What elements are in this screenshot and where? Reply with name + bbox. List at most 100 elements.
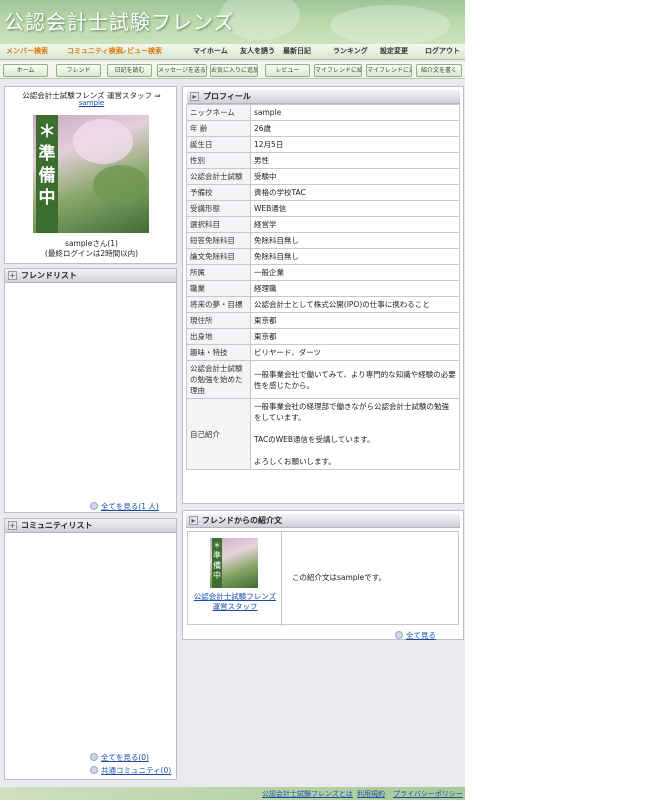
arrow-icon — [90, 753, 98, 761]
profile-field-value: 資格の学校TAC — [250, 184, 460, 201]
intro-author-photo[interactable]: ＊準備中 — [210, 538, 258, 588]
profile-field-value: WEB通信 — [250, 200, 460, 217]
intro-see-all-label[interactable]: 全て見る — [406, 631, 436, 640]
nav-latest-diary[interactable]: 最新日記 — [283, 46, 311, 56]
profile-row: 受講形態 WEB通信 — [186, 200, 460, 217]
action-friend-button[interactable]: フレンド — [56, 64, 101, 77]
action-send-message-button[interactable]: メッセージを送る — [157, 64, 207, 77]
friend-list-panel: + フレンドリスト 全てを見る(1 人) — [4, 268, 177, 513]
profile-field-label: 職業 — [186, 280, 251, 297]
expand-icon[interactable]: + — [8, 521, 17, 530]
profile-field-label: 受講形態 — [186, 200, 251, 217]
profile-field-label: ニックネーム — [186, 104, 251, 121]
nav-my-home[interactable]: マイホーム — [193, 46, 228, 56]
intro-author-link[interactable]: 公認会計士試験フレンズ運営スタッフ — [192, 592, 278, 612]
profile-field-value: 一般事業会社で働いてみて、より専門的な知識や経験の必要性を感じたから。 — [250, 360, 460, 399]
common-community-label[interactable]: 共通コミュニティ(0) — [101, 766, 171, 775]
expand-icon[interactable]: ▸ — [190, 92, 199, 101]
last-login: (最終ログインは2時間以内) — [44, 249, 139, 258]
action-write-intro-button[interactable]: 紹介文を書く — [416, 64, 462, 77]
footer-about-link[interactable]: 公認会計士試験フレンズとは — [262, 789, 353, 799]
intro-title: フレンドからの紹介文 — [202, 516, 282, 525]
community-list-header: + コミュニティリスト — [5, 519, 176, 533]
member-card: 公認会計士試験フレンズ 運営スタッフ ⇒ sample ＊準備中 sampleさ… — [4, 86, 177, 264]
profile-row: 短答免除科目 免除科目無し — [186, 232, 460, 249]
profile-row: 誕生日 12月5日 — [186, 136, 460, 153]
arrow-icon — [90, 766, 98, 774]
action-review-button[interactable]: レビュー — [265, 64, 310, 77]
nav-member-search[interactable]: メンバー検索 — [6, 46, 48, 56]
community-see-all[interactable]: 全てを見る(0) — [90, 752, 149, 763]
profile-field-value: 公認会計士として株式公開(IPO)の仕事に携わること — [250, 296, 460, 313]
nav-logout[interactable]: ログアウト — [425, 46, 460, 56]
friend-see-all[interactable]: 全てを見る(1 人) — [90, 501, 159, 512]
profile-field-value: 経営学 — [250, 216, 460, 233]
arrow-icon — [90, 502, 98, 510]
profile-field-label: 公認会計士試験 — [186, 168, 251, 185]
profile-field-label: 短答免除科目 — [186, 232, 251, 249]
action-read-diary-button[interactable]: 日記を読む — [107, 64, 152, 77]
footer-privacy-link[interactable]: プライバシーポリシー — [393, 789, 463, 799]
profile-field-value: 12月5日 — [250, 136, 460, 153]
profile-row: ニックネーム sample — [186, 104, 460, 121]
site-header: 公認会計士試験フレンズ — [0, 0, 465, 47]
profile-row: 予備校 資格の学校TAC — [186, 184, 460, 201]
thumb-placeholder-label: ＊準備中 — [212, 538, 222, 588]
nav-invite-friends[interactable]: 友人を誘う — [240, 46, 275, 56]
profile-field-label: 現住所 — [186, 312, 251, 329]
profile-row: 性別 男性 — [186, 152, 460, 169]
action-introduce-button[interactable]: マイフレンドに紹介 — [314, 64, 362, 77]
action-add-favorite-button[interactable]: お気に入りに追加 — [210, 64, 258, 77]
intro-header: ▸ フレンドからの紹介文 — [186, 514, 460, 528]
profile-row: 所属 一般企業 — [186, 264, 460, 281]
photo-blossom — [73, 119, 133, 164]
site-title[interactable]: 公認会計士試験フレンズ — [4, 6, 235, 35]
common-community[interactable]: 共通コミュニティ(0) — [90, 765, 171, 776]
community-see-all-label[interactable]: 全てを見る(0) — [101, 753, 149, 762]
profile-row: 選択科目 経営学 — [186, 216, 460, 233]
nav-review-search[interactable]: レビュー検索 — [120, 46, 162, 56]
profile-field-label: 公認会計士試験の勉強を始めた理由 — [186, 360, 251, 399]
expand-icon[interactable]: ▸ — [189, 516, 198, 525]
profile-row: 趣味・特技 ビリヤード、ダーツ — [186, 344, 460, 361]
member-action-bar: ホーム フレンド 日記を読む メッセージを送る お気に入りに追加 レビュー マイ… — [0, 62, 465, 79]
nav-ranking[interactable]: ランキング — [333, 46, 368, 56]
profile-row: 職業 経理職 — [186, 280, 460, 297]
friend-list-title: フレンドリスト — [21, 271, 77, 280]
profile-field-value: 男性 — [250, 152, 460, 169]
profile-field-label: 将来の夢・目標 — [186, 296, 251, 313]
profile-field-value: 一般企業 — [250, 264, 460, 281]
profile-field-label: 誕生日 — [186, 136, 251, 153]
global-nav: メンバー検索 コミュニティ検索 レビュー検索 マイホーム 友人を誘う 最新日記 … — [0, 44, 465, 60]
footer-terms-link[interactable]: 利用規約 — [357, 789, 385, 799]
profile-row: 公認会計士試験 受験中 — [186, 168, 460, 185]
expand-icon[interactable]: + — [8, 271, 17, 280]
profile-field-value: 26歳 — [250, 120, 460, 137]
intro-item: ＊準備中 公認会計士試験フレンズ運営スタッフ この紹介文はsampleです。 — [187, 531, 459, 626]
profile-field-label: 選択科目 — [186, 216, 251, 233]
nav-community-search[interactable]: コミュニティ検索 — [67, 46, 123, 56]
profile-field-value: ビリヤード、ダーツ — [250, 344, 460, 361]
intro-text: この紹介文はsampleです。 — [292, 573, 387, 582]
profile-table: ニックネーム sample 年 齢 26歳 誕生日 12月5日 性別 男性 公認会計士試験 受験中… — [186, 104, 460, 470]
page: 公認会計士試験フレンズ メンバー検索 コミュニティ検索 レビュー検索 マイホーム… — [0, 0, 465, 800]
profile-row: 年 齢 26歳 — [186, 120, 460, 137]
profile-field-value: 経理職 — [250, 280, 460, 297]
staff-link[interactable]: sample — [5, 99, 178, 107]
photo-placeholder-label: ＊準備中 — [36, 115, 58, 233]
nav-settings[interactable]: 設定変更 — [380, 46, 408, 56]
action-home-button[interactable]: ホーム — [3, 64, 48, 77]
profile-field-label: 趣味・特技 — [186, 344, 251, 361]
profile-table-body: ニックネーム sample 年 齢 26歳 誕生日 12月5日 性別 男性 公認会計士試験 受験中… — [186, 104, 460, 470]
profile-row: 公認会計士試験の勉強を始めた理由 一般事業会社で働いてみて、より専門的な知識や経験… — [186, 360, 460, 399]
profile-photo[interactable]: ＊準備中 — [33, 115, 149, 233]
footer: 公認会計士試験フレンズとは 利用規約 プライバシーポリシー — [0, 787, 465, 800]
arrow-icon — [395, 631, 403, 639]
friend-see-all-label[interactable]: 全てを見る(1 人) — [101, 502, 159, 511]
profile-field-value: 免除科目無し — [250, 248, 460, 265]
action-add-friend-button[interactable]: マイフレンドに追加 — [366, 64, 412, 77]
profile-field-value: 東京都 — [250, 312, 460, 329]
profile-field-value: sample — [250, 104, 460, 121]
intro-see-all[interactable]: 全て見る — [395, 630, 436, 641]
friend-list-header: + フレンドリスト — [5, 269, 176, 283]
